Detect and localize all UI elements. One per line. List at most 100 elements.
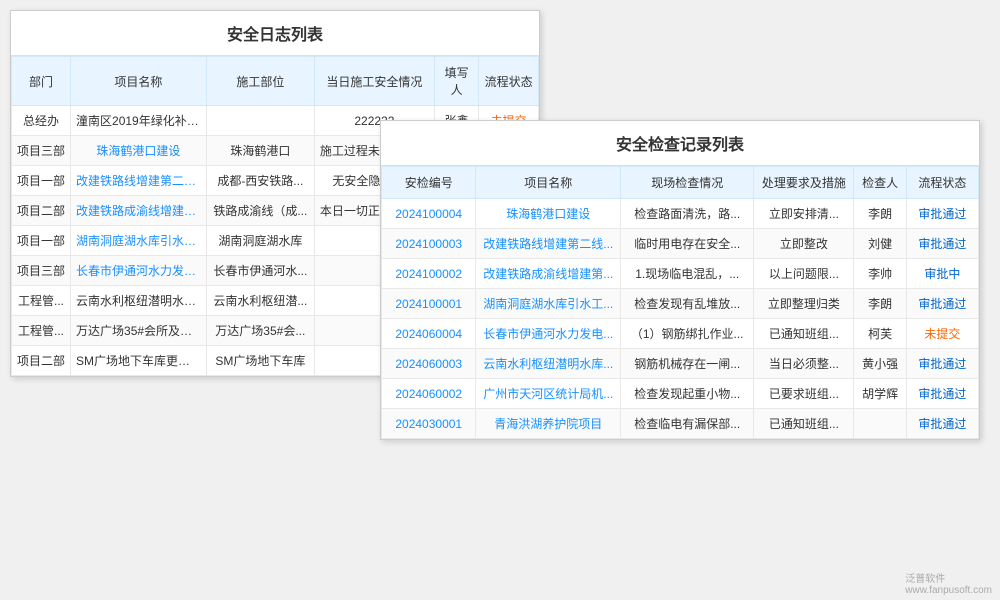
- left-cell-location: 珠海鹤港口: [206, 136, 314, 166]
- left-cell-dept: 总经办: [12, 106, 71, 136]
- right-cell-name: 珠海鹤港口建设: [476, 199, 621, 229]
- right-cell-status: 审批通过: [906, 379, 978, 409]
- right-cell-id: 2024060003: [382, 349, 476, 379]
- right-cell-id: 2024060004: [382, 319, 476, 349]
- right-cell-action: 立即整理归类: [754, 289, 854, 319]
- right-cell-name: 云南水利枢纽潜明水库...: [476, 349, 621, 379]
- left-header-status: 流程状态: [479, 57, 539, 106]
- right-cell-id: 2024030001: [382, 409, 476, 439]
- right-table-body: 2024100004珠海鹤港口建设检查路面清洗，路...立即安排清...李朗审批…: [382, 199, 979, 439]
- right-table-row: 2024060004长春市伊通河水力发电...（1）钢筋绑扎作业...已通知班组…: [382, 319, 979, 349]
- right-table-row: 2024030001青海洪湖养护院项目检查临电有漏保部...已通知班组... 审批…: [382, 409, 979, 439]
- left-cell-dept: 项目二部: [12, 346, 71, 376]
- left-cell-dept: 项目一部: [12, 226, 71, 256]
- right-cell-action: 已通知班组...: [754, 409, 854, 439]
- left-cell-name: 改建铁路成渝线增建第二...: [71, 196, 207, 226]
- watermark: 泛普软件 www.fanpusoft.com: [905, 570, 992, 596]
- right-cell-action: 已要求班组...: [754, 379, 854, 409]
- right-cell-action: 当日必须整...: [754, 349, 854, 379]
- right-cell-situation: 检查发现起重小物...: [621, 379, 754, 409]
- left-cell-dept: 项目二部: [12, 196, 71, 226]
- right-table-row: 2024060002广州市天河区统计局机...检查发现起重小物...已要求班组.…: [382, 379, 979, 409]
- right-table-row: 2024100003改建铁路线增建第二线...临时用电存在安全...立即整改刘健…: [382, 229, 979, 259]
- left-cell-name: 潼南区2019年绿化补贴项...: [71, 106, 207, 136]
- right-table-row: 2024060003云南水利枢纽潜明水库...钢筋机械存在一闸...当日必须整.…: [382, 349, 979, 379]
- right-header-name: 项目名称: [476, 167, 621, 199]
- right-header-action: 处理要求及措施: [754, 167, 854, 199]
- left-cell-location: SM广场地下车库: [206, 346, 314, 376]
- right-cell-name: 改建铁路成渝线增建第...: [476, 259, 621, 289]
- left-cell-location: [206, 106, 314, 136]
- right-header-id: 安检编号: [382, 167, 476, 199]
- right-table: 安检编号 项目名称 现场检查情况 处理要求及措施 检查人 流程状态 202410…: [381, 166, 979, 439]
- left-cell-name: 珠海鹤港口建设: [71, 136, 207, 166]
- right-cell-person: 胡学辉: [854, 379, 906, 409]
- right-table-header: 安检编号 项目名称 现场检查情况 处理要求及措施 检查人 流程状态: [382, 167, 979, 199]
- left-cell-name: 湖南洞庭湖水库引水工程...: [71, 226, 207, 256]
- left-header-person: 填写人: [434, 57, 478, 106]
- right-cell-person: [854, 409, 906, 439]
- left-cell-name: 长春市伊通河水力发电厂...: [71, 256, 207, 286]
- watermark-line2: www.fanpusoft.com: [905, 585, 992, 596]
- right-header-person: 检查人: [854, 167, 906, 199]
- left-cell-dept: 工程管...: [12, 286, 71, 316]
- right-cell-status: 审批通过: [906, 289, 978, 319]
- left-cell-dept: 项目三部: [12, 136, 71, 166]
- right-cell-person: 柯芙: [854, 319, 906, 349]
- right-cell-status: 未提交: [906, 319, 978, 349]
- right-cell-person: 李朗: [854, 199, 906, 229]
- right-cell-status: 审批中: [906, 259, 978, 289]
- left-cell-location: 云南水利枢纽潜...: [206, 286, 314, 316]
- right-table-row: 2024100001湖南洞庭湖水库引水工...检查发现有乱堆放...立即整理归类…: [382, 289, 979, 319]
- right-cell-status: 审批通过: [906, 409, 978, 439]
- right-cell-person: 李朗: [854, 289, 906, 319]
- right-header-situation: 现场检查情况: [621, 167, 754, 199]
- right-cell-situation: 1.现场临电混乱，...: [621, 259, 754, 289]
- watermark-line1: 泛普软件: [905, 570, 992, 585]
- left-panel-title: 安全日志列表: [11, 11, 539, 56]
- right-cell-person: 李帅: [854, 259, 906, 289]
- left-cell-location: 成都-西安铁路...: [206, 166, 314, 196]
- right-cell-name: 青海洪湖养护院项目: [476, 409, 621, 439]
- right-cell-id: 2024100001: [382, 289, 476, 319]
- left-header-dept: 部门: [12, 57, 71, 106]
- right-cell-action: 以上问题限...: [754, 259, 854, 289]
- right-cell-id: 2024100002: [382, 259, 476, 289]
- right-cell-name: 改建铁路线增建第二线...: [476, 229, 621, 259]
- right-cell-situation: 检查发现有乱堆放...: [621, 289, 754, 319]
- left-header-name: 项目名称: [71, 57, 207, 106]
- right-cell-action: 已通知班组...: [754, 319, 854, 349]
- right-header-status: 流程状态: [906, 167, 978, 199]
- left-cell-dept: 工程管...: [12, 316, 71, 346]
- left-cell-location: 湖南洞庭湖水库: [206, 226, 314, 256]
- left-cell-name: 改建铁路线增建第二线直...: [71, 166, 207, 196]
- left-header-situation: 当日施工安全情况: [314, 57, 434, 106]
- left-cell-name: 云南水利枢纽潜明水库一...: [71, 286, 207, 316]
- right-cell-situation: 检查临电有漏保部...: [621, 409, 754, 439]
- right-cell-status: 审批通过: [906, 229, 978, 259]
- right-cell-status: 审批通过: [906, 349, 978, 379]
- right-cell-situation: 钢筋机械存在一闸...: [621, 349, 754, 379]
- right-cell-person: 刘健: [854, 229, 906, 259]
- left-cell-location: 长春市伊通河水...: [206, 256, 314, 286]
- right-cell-name: 湖南洞庭湖水库引水工...: [476, 289, 621, 319]
- left-cell-name: 万达广场35#会所及咖啡...: [71, 316, 207, 346]
- right-cell-name: 长春市伊通河水力发电...: [476, 319, 621, 349]
- right-cell-id: 2024100004: [382, 199, 476, 229]
- left-cell-location: 铁路成渝线（成...: [206, 196, 314, 226]
- right-table-row: 2024100002改建铁路成渝线增建第...1.现场临电混乱，...以上问题限…: [382, 259, 979, 289]
- right-panel-title: 安全检查记录列表: [381, 121, 979, 166]
- right-cell-action: 立即安排清...: [754, 199, 854, 229]
- left-cell-dept: 项目三部: [12, 256, 71, 286]
- right-panel: 安全检查记录列表 安检编号 项目名称 现场检查情况 处理要求及措施 检查人 流程…: [380, 120, 980, 440]
- right-cell-id: 2024100003: [382, 229, 476, 259]
- right-table-row: 2024100004珠海鹤港口建设检查路面清洗，路...立即安排清...李朗审批…: [382, 199, 979, 229]
- right-cell-action: 立即整改: [754, 229, 854, 259]
- right-cell-situation: （1）钢筋绑扎作业...: [621, 319, 754, 349]
- left-cell-location: 万达广场35#会...: [206, 316, 314, 346]
- main-container: 安全日志列表 部门 项目名称 施工部位 当日施工安全情况 填写人 流程状态 总经…: [0, 0, 1000, 600]
- right-cell-person: 黄小强: [854, 349, 906, 379]
- right-cell-situation: 检查路面清洗，路...: [621, 199, 754, 229]
- right-cell-name: 广州市天河区统计局机...: [476, 379, 621, 409]
- right-cell-id: 2024060002: [382, 379, 476, 409]
